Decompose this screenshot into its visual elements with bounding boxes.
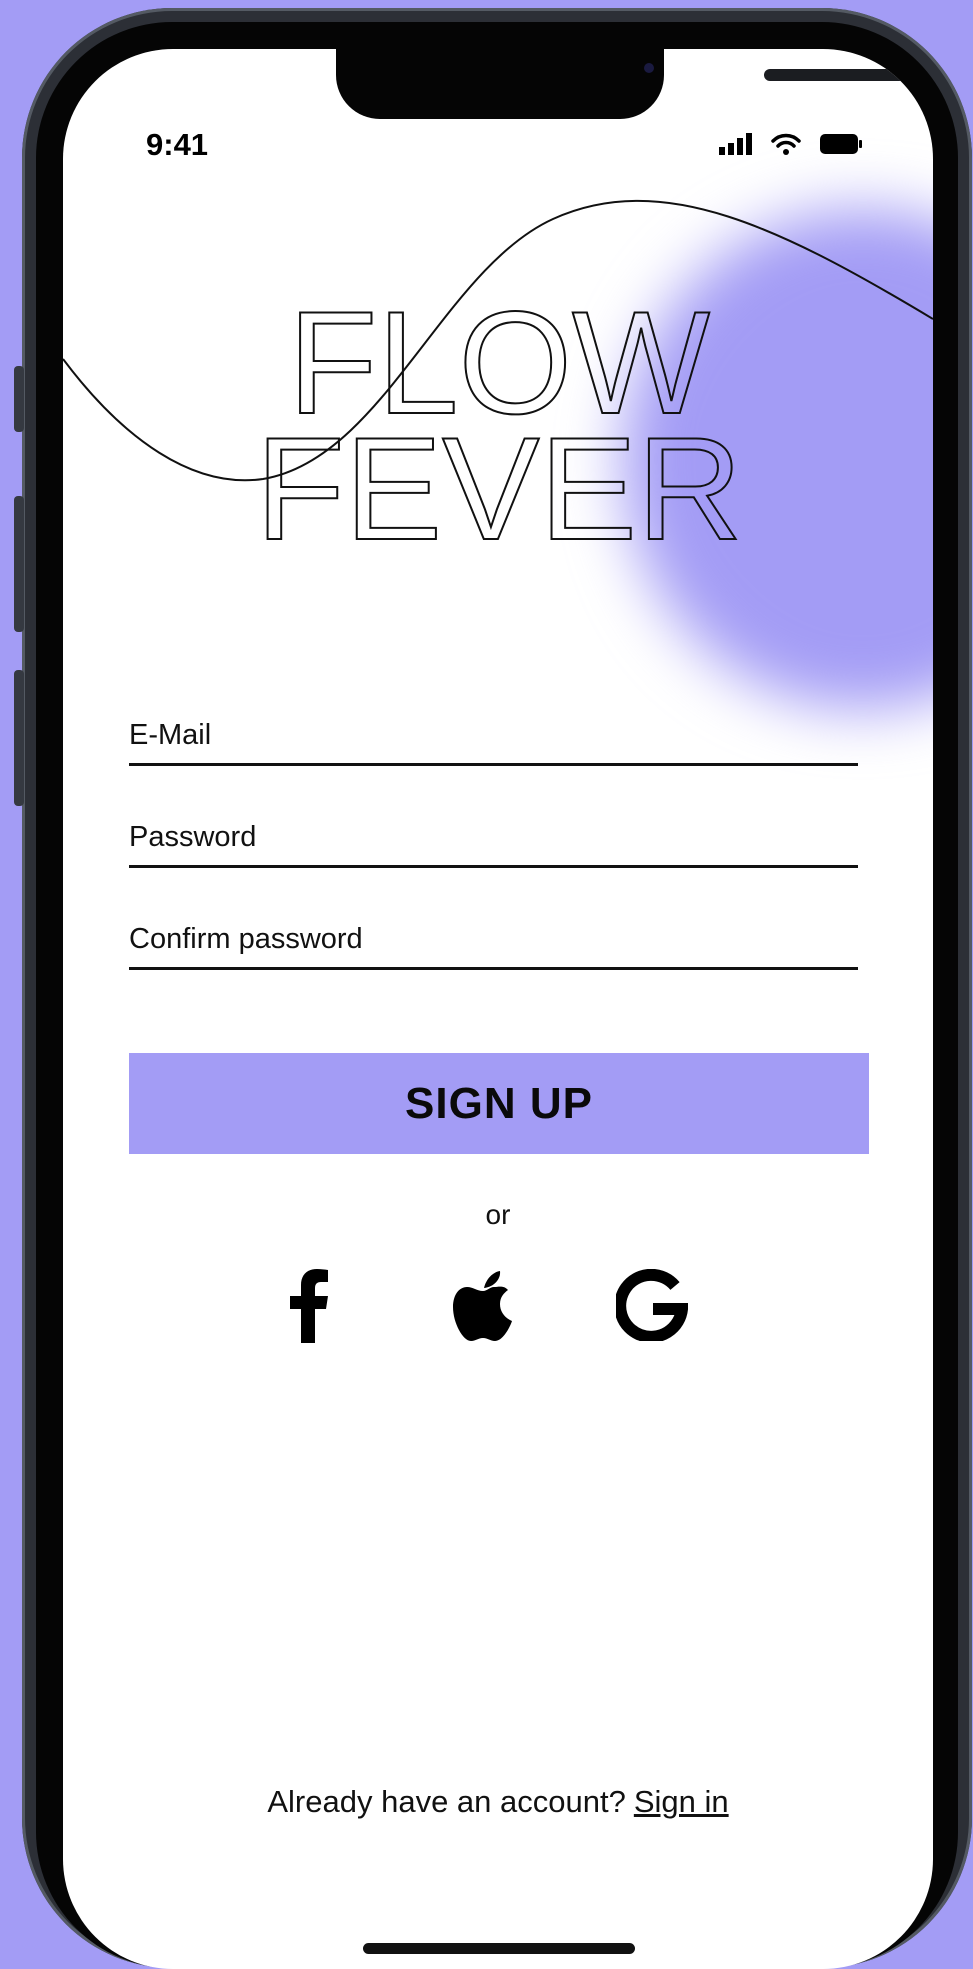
volume-down-button (14, 670, 24, 806)
email-input[interactable] (129, 713, 858, 757)
signin-footer: Already have an account? Sign in (63, 1784, 933, 1820)
speaker (764, 69, 906, 81)
signin-link[interactable]: Sign in (634, 1784, 729, 1819)
camera (644, 63, 654, 73)
google-button[interactable] (616, 1269, 688, 1341)
signup-button[interactable]: SIGN UP (129, 1053, 869, 1154)
wifi-icon (771, 133, 801, 155)
email-field[interactable] (129, 713, 858, 766)
confirm-password-input[interactable] (129, 917, 858, 961)
facebook-icon (290, 1269, 328, 1343)
brand-line-2: FEVER (256, 407, 743, 570)
google-icon (616, 1269, 688, 1341)
footer-prompt: Already have an account? (267, 1784, 626, 1819)
signal-icon (719, 133, 752, 155)
home-indicator[interactable] (363, 1943, 635, 1954)
facebook-button[interactable] (289, 1269, 329, 1343)
apple-icon (453, 1271, 512, 1341)
divider-text: or (485, 1199, 511, 1230)
screen: FLOW FEVER 9:41 SIGN UP or (63, 49, 933, 1969)
status-icons (719, 133, 863, 155)
password-input[interactable] (129, 815, 858, 859)
notch (336, 49, 906, 119)
confirm-password-field[interactable] (129, 917, 858, 970)
status-time: 9:41 (146, 127, 209, 162)
volume-up-button (14, 496, 24, 632)
password-field[interactable] (129, 815, 858, 868)
mute-switch (14, 366, 24, 432)
battery-icon (820, 134, 862, 154)
apple-button[interactable] (453, 1269, 513, 1343)
